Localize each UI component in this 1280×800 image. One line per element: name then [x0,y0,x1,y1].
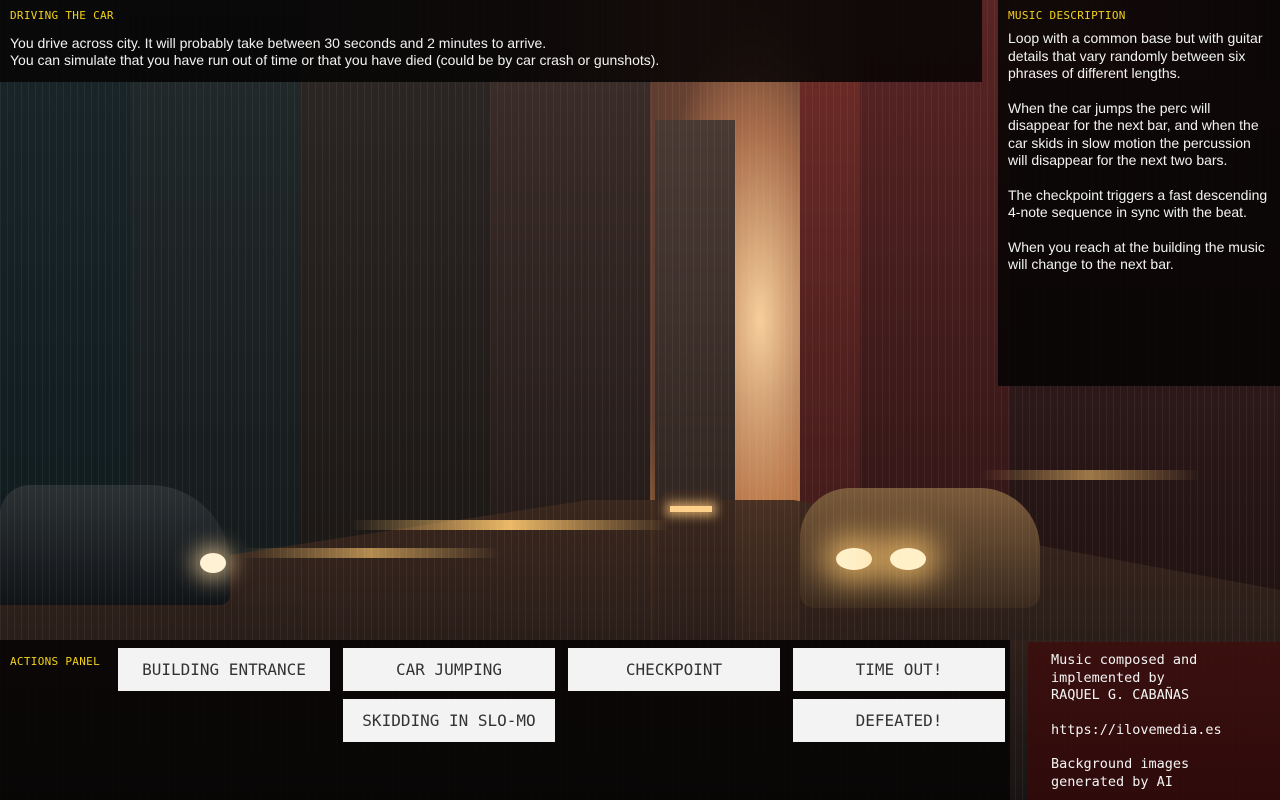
credits-panel: Music composed and implemented by RAQUEL… [1028,642,1280,800]
actions-panel: ACTIONS PANEL BUILDING ENTRANCE CAR JUMP… [0,640,1010,800]
driving-line-2: You can simulate that you have run out o… [10,52,660,68]
checkpoint-button[interactable]: CHECKPOINT [568,648,780,691]
credits-line: Music composed and [1051,652,1198,668]
driving-panel: DRIVING THE CAR You drive across city. I… [0,0,982,82]
music-panel-label: MUSIC DESCRIPTION [1008,9,1126,22]
music-paragraph: The checkpoint triggers a fast descendin… [1008,186,1268,221]
credits-line: implemented by [1051,669,1165,686]
building-entrance-button[interactable]: BUILDING ENTRANCE [118,648,330,691]
driving-line-1: You drive across city. It will probably … [10,35,547,51]
driving-panel-label: DRIVING THE CAR [10,9,114,22]
credits-line: Background images [1051,756,1190,772]
driving-description: You drive across city. It will probably … [10,35,972,69]
music-description-panel: MUSIC DESCRIPTION Loop with a common bas… [998,0,1280,386]
music-paragraph: When you reach at the building the music… [1008,238,1265,273]
composer-name: RAQUEL G. CABAÑAS [1051,687,1190,703]
music-paragraph: When the car jumps the perc will disappe… [1008,99,1259,169]
time-out-button[interactable]: TIME OUT! [793,648,1005,691]
music-paragraph: Loop with a common base but with guitar … [1008,30,1263,81]
skidding-slo-mo-button[interactable]: SKIDDING IN SLO-MO [343,699,555,742]
car-jumping-button[interactable]: CAR JUMPING [343,648,555,691]
credits-line: generated by AI [1051,773,1173,790]
defeated-button[interactable]: DEFEATED! [793,699,1005,742]
website-link[interactable]: https://ilovemedia.es [1051,722,1257,740]
actions-panel-label: ACTIONS PANEL [10,655,100,668]
